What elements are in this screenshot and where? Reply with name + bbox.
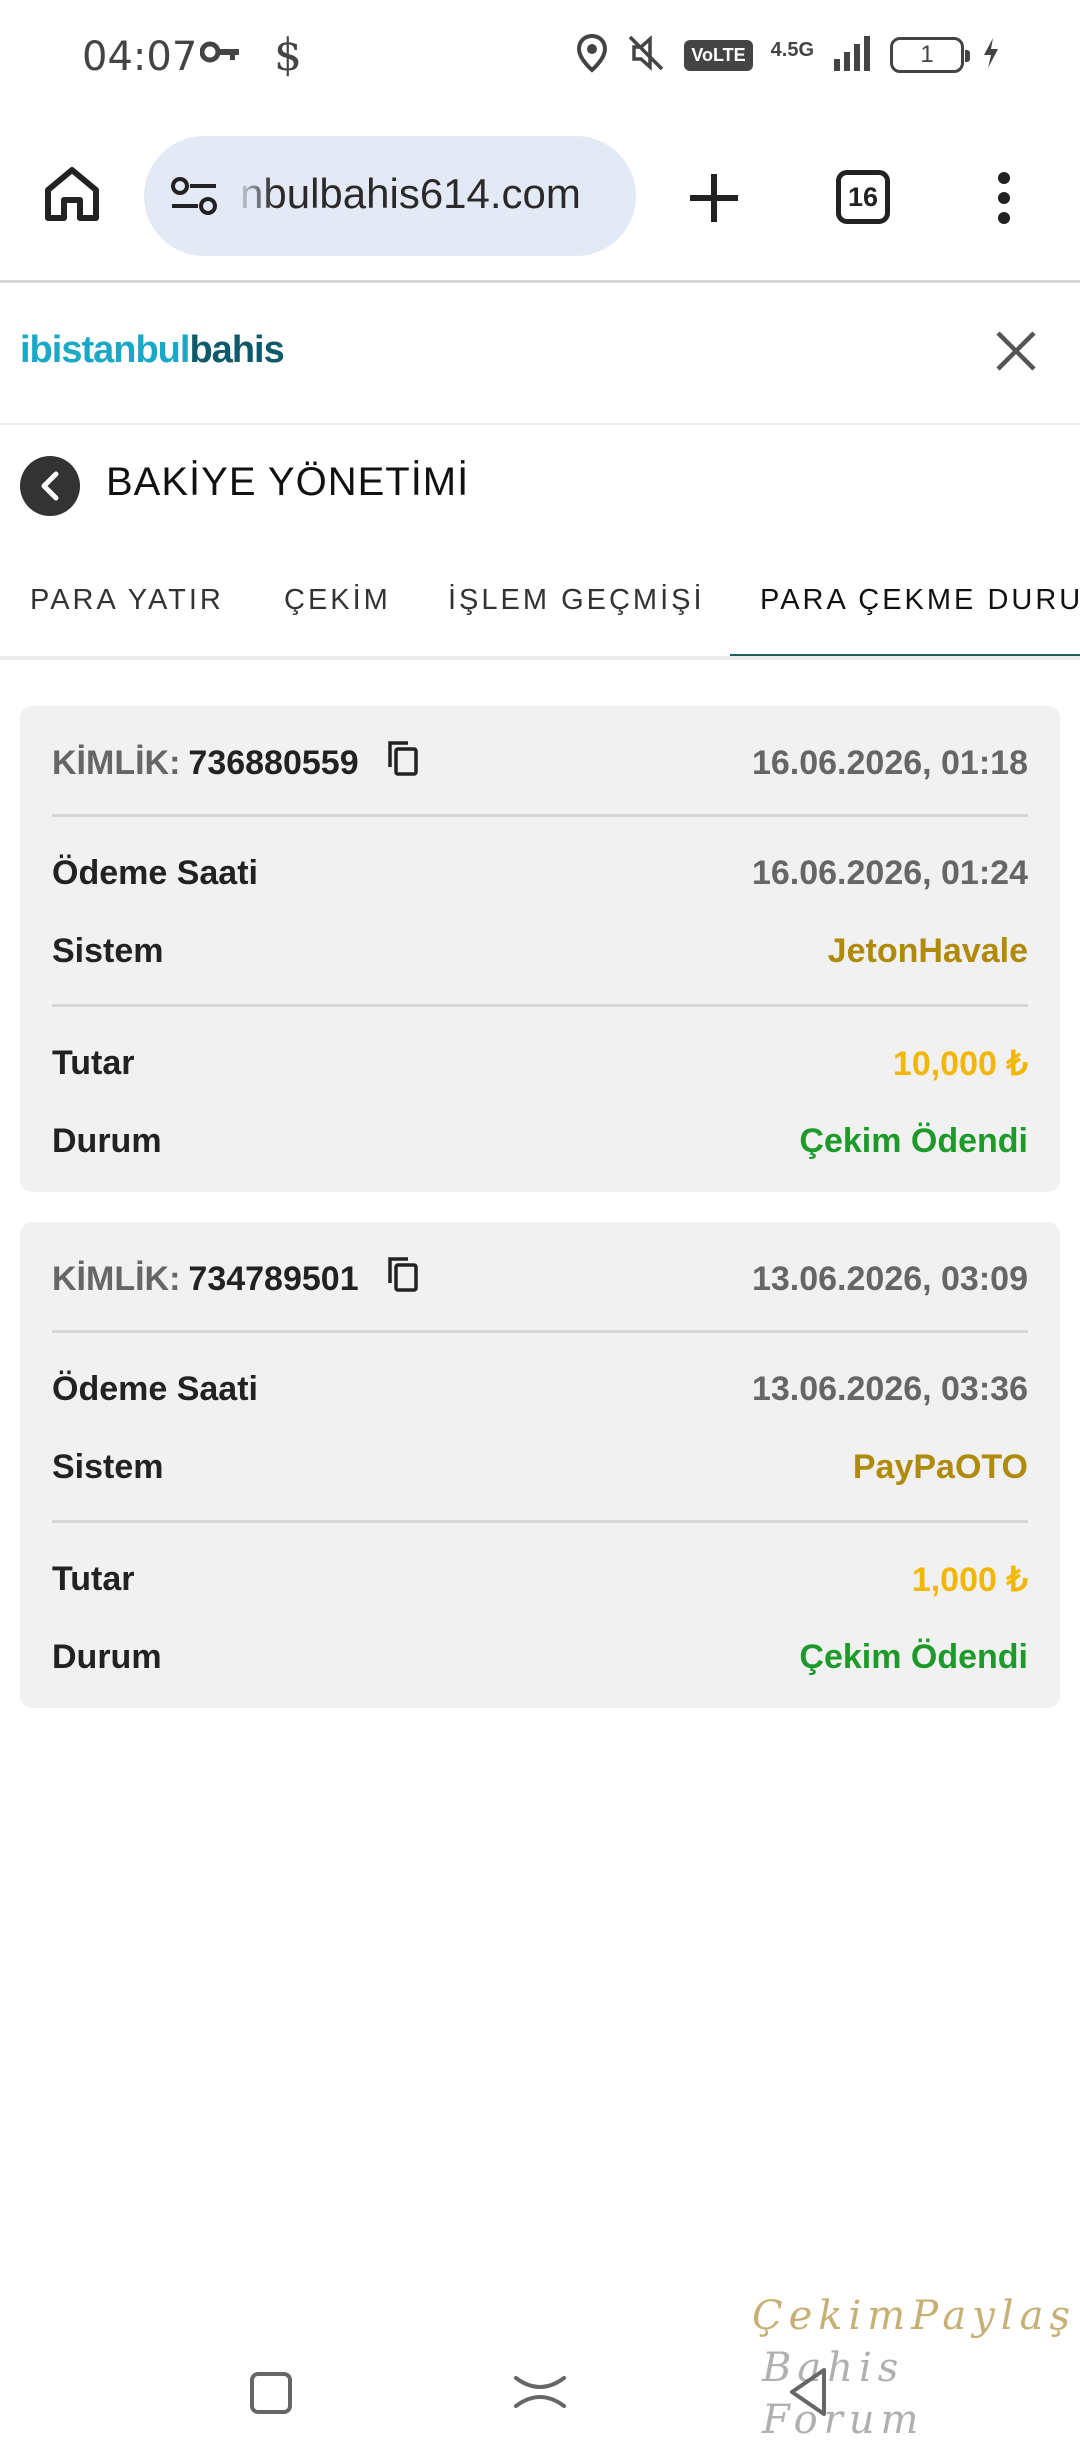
system-nav-bar — [0, 2340, 1080, 2460]
withdrawal-card: KİMLİK: 736880559 16.06.2026, 01:18 Ödeme… — [20, 706, 1060, 1192]
home-gesture-icon[interactable] — [512, 2370, 568, 2419]
amount-row: Tutar 1,000 ₺ — [52, 1552, 1028, 1602]
amount-label: Tutar — [52, 1044, 135, 1082]
system-row: Sistem PayPaOTO — [52, 1440, 1028, 1490]
tab-withdraw[interactable]: ÇEKİM — [284, 584, 391, 617]
kimlik-label: KİMLİK: — [52, 1260, 181, 1298]
system-value: PayPaOTO — [852, 1448, 1028, 1486]
active-tab-indicator — [730, 654, 1080, 656]
location-icon — [576, 33, 608, 78]
url-fade — [234, 136, 274, 256]
divider — [52, 1004, 1028, 1007]
site-settings-icon[interactable] — [168, 174, 222, 223]
tab-bar: PARA YATIR ÇEKİM İŞLEM GEÇMİŞİ PARA ÇEKM… — [0, 560, 1080, 660]
battery-icon: 1 — [890, 37, 970, 73]
card-header-row: KİMLİK: 736880559 16.06.2026, 01:18 — [52, 736, 1028, 786]
browser-toolbar: nbulbahis614.com 16 — [0, 120, 1080, 280]
network-type: 4.5G — [770, 39, 814, 61]
payment-time-row: Ödeme Saati 13.06.2026, 03:36 — [52, 1362, 1028, 1412]
vpn-key-icon — [199, 40, 242, 69]
chevron-left-icon — [41, 471, 59, 501]
status-time: 04:07 — [82, 34, 198, 80]
mute-icon — [626, 33, 666, 78]
created-date: 13.06.2026, 03:09 — [751, 1260, 1028, 1298]
payment-time-value: 13.06.2026, 03:36 — [751, 1370, 1028, 1408]
system-value: JetonHavale — [827, 932, 1028, 970]
site-logo[interactable]: ibistanbulbahis — [20, 329, 285, 372]
card-header-row: KİMLİK: 734789501 13.06.2026, 03:09 — [52, 1252, 1028, 1302]
status-value: Çekim Ödendi — [799, 1638, 1028, 1676]
system-label: Sistem — [52, 1448, 164, 1486]
copy-icon[interactable] — [386, 739, 420, 786]
battery-level: 1 — [920, 41, 934, 68]
payment-time-row: Ödeme Saati 16.06.2026, 01:24 — [52, 846, 1028, 896]
status-bar: 04:07 $ VoLTE 4.5G 1 — [0, 0, 1080, 110]
transaction-id: 734789501 — [188, 1260, 359, 1298]
page-title: BAKİYE YÖNETİMİ — [106, 460, 470, 504]
divider — [52, 814, 1028, 817]
signal-icon — [832, 33, 872, 78]
more-menu-icon[interactable] — [996, 170, 1012, 231]
tab-withdrawal-status[interactable]: PARA ÇEKME DURU — [760, 584, 1080, 617]
back-triangle-icon[interactable] — [786, 2366, 830, 2423]
status-label: Durum — [52, 1638, 162, 1676]
close-icon[interactable] — [992, 327, 1040, 380]
status-row: Durum Çekim Ödendi — [52, 1630, 1028, 1680]
site-header: ibistanbulbahis — [0, 283, 1080, 425]
amount-row: Tutar 10,000 ₺ — [52, 1036, 1028, 1086]
amount-value: 1,000 ₺ — [911, 1561, 1028, 1599]
charging-icon — [982, 37, 1000, 74]
status-row: Durum Çekim Ödendi — [52, 1114, 1028, 1164]
tab-transaction-history[interactable]: İŞLEM GEÇMİŞİ — [448, 584, 705, 617]
tab-switcher-button[interactable]: 16 — [836, 170, 890, 224]
new-tab-icon[interactable] — [684, 168, 744, 233]
status-label: Durum — [52, 1122, 162, 1160]
payment-time-label: Ödeme Saati — [52, 854, 258, 892]
recents-icon[interactable] — [248, 2370, 294, 2421]
divider — [52, 1520, 1028, 1523]
payment-time-label: Ödeme Saati — [52, 1370, 258, 1408]
payment-time-value: 16.06.2026, 01:24 — [751, 854, 1028, 892]
url-text[interactable]: nbulbahis614.com — [240, 170, 581, 218]
url-bar[interactable]: nbulbahis614.com — [144, 136, 636, 256]
volte-badge: VoLTE — [684, 39, 753, 71]
home-icon[interactable] — [40, 162, 104, 231]
system-row: Sistem JetonHavale — [52, 924, 1028, 974]
status-value: Çekim Ödendi — [799, 1122, 1028, 1160]
amount-value: 10,000 ₺ — [892, 1045, 1028, 1083]
kimlik-label: KİMLİK: — [52, 744, 181, 782]
page-title-row: BAKİYE YÖNETİMİ — [0, 430, 1080, 540]
divider — [52, 1330, 1028, 1333]
created-date: 16.06.2026, 01:18 — [751, 744, 1028, 782]
tab-deposit[interactable]: PARA YATIR — [30, 584, 224, 617]
withdrawal-card: KİMLİK: 734789501 13.06.2026, 03:09 Ödeme… — [20, 1222, 1060, 1708]
copy-icon[interactable] — [386, 1255, 420, 1302]
watermark-line-1: ÇekimPaylaş — [752, 2293, 1076, 2339]
transaction-id: 736880559 — [188, 744, 359, 782]
amount-label: Tutar — [52, 1560, 135, 1598]
system-label: Sistem — [52, 932, 164, 970]
back-button[interactable] — [20, 456, 80, 516]
dollar-icon: $ — [274, 30, 302, 81]
